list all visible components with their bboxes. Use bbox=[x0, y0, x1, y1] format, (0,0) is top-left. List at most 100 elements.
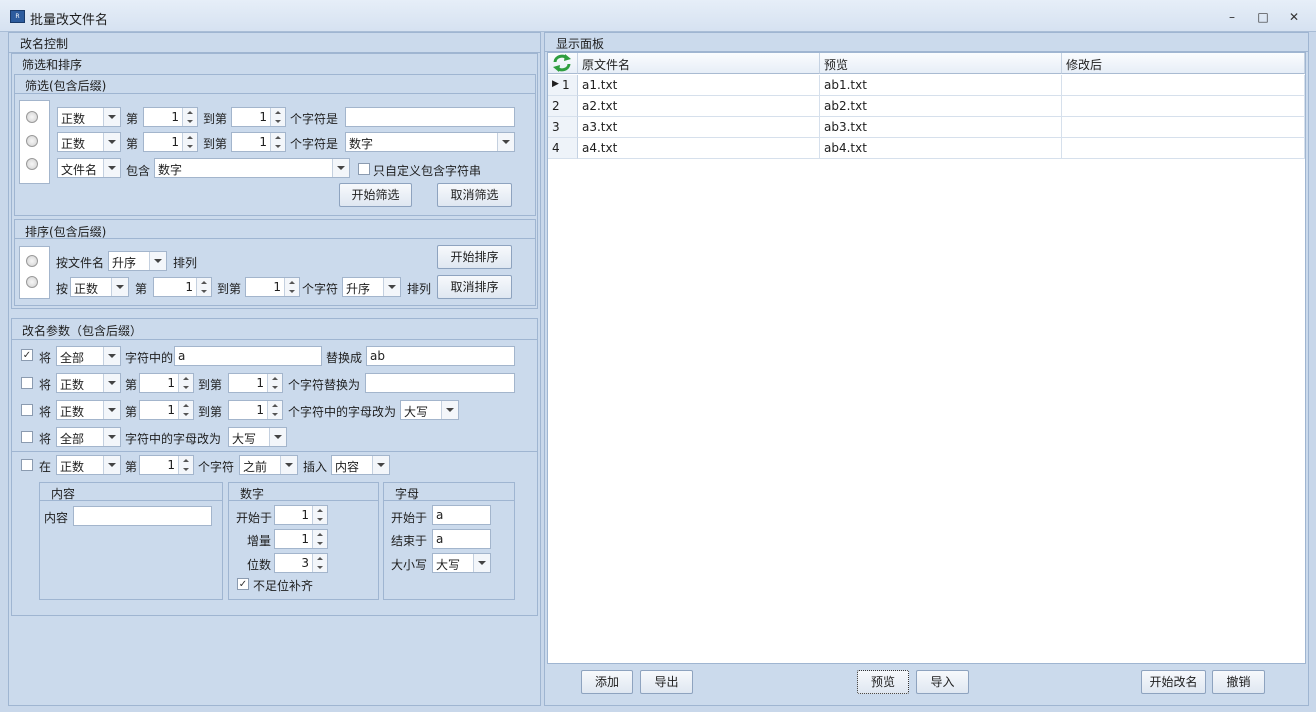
file-grid[interactable]: 原文件名 预览 修改后 ▶ 1 a1.txt ab1.txt 2 a2.txt a… bbox=[547, 52, 1306, 664]
row-header[interactable]: 2 bbox=[548, 96, 578, 117]
spin-down-icon[interactable] bbox=[270, 142, 285, 151]
spin-down-icon[interactable] bbox=[270, 117, 285, 126]
rename4-checkbox[interactable] bbox=[21, 431, 33, 443]
rename2-value-input[interactable] bbox=[365, 373, 515, 393]
spin-up-icon[interactable] bbox=[267, 401, 282, 410]
spin-down-icon[interactable] bbox=[196, 287, 211, 296]
import-button[interactable]: 导入 bbox=[916, 670, 969, 694]
column-header-original[interactable]: 原文件名 bbox=[578, 53, 820, 74]
sort1-order-select[interactable]: 升序 bbox=[108, 251, 167, 271]
rename3-from-stepper[interactable]: 1 bbox=[139, 400, 194, 420]
insert-type-select[interactable]: 正数 bbox=[56, 455, 121, 475]
spin-up-icon[interactable] bbox=[270, 133, 285, 142]
rename1-checkbox[interactable]: ✓ bbox=[21, 349, 33, 361]
row-header[interactable]: 3 bbox=[548, 117, 578, 138]
rename4-case-select[interactable]: 大写 bbox=[228, 427, 287, 447]
rename1-replace-input[interactable]: ab bbox=[366, 346, 515, 366]
table-cell[interactable] bbox=[1062, 117, 1305, 138]
table-cell[interactable]: a2.txt bbox=[578, 96, 820, 117]
spin-up-icon[interactable] bbox=[284, 278, 299, 287]
number-start-stepper[interactable]: 1 bbox=[274, 505, 328, 525]
rename3-to-stepper[interactable]: 1 bbox=[228, 400, 283, 420]
start-sort-button[interactable]: 开始排序 bbox=[437, 245, 512, 269]
table-cell[interactable]: a3.txt bbox=[578, 117, 820, 138]
table-cell[interactable]: ab3.txt bbox=[820, 117, 1062, 138]
rename1-type-select[interactable]: 全部 bbox=[56, 346, 121, 366]
spin-up-icon[interactable] bbox=[178, 456, 193, 465]
filter1-from-stepper[interactable]: 1 bbox=[143, 107, 198, 127]
insert-checkbox[interactable] bbox=[21, 459, 33, 471]
add-button[interactable]: 添加 bbox=[581, 670, 633, 694]
sort-radio-2[interactable] bbox=[26, 276, 38, 288]
filter1-to-stepper[interactable]: 1 bbox=[231, 107, 286, 127]
filter-radio-1[interactable] bbox=[26, 111, 38, 123]
spin-down-icon[interactable] bbox=[312, 539, 327, 548]
content-input[interactable] bbox=[73, 506, 212, 526]
filter1-type-select[interactable]: 正数 bbox=[57, 107, 121, 127]
refresh-icon[interactable] bbox=[551, 53, 573, 73]
filter2-to-stepper[interactable]: 1 bbox=[231, 132, 286, 152]
filter3-value-select[interactable]: 数字 bbox=[154, 158, 350, 178]
spin-up-icon[interactable] bbox=[196, 278, 211, 287]
filter1-value-input[interactable] bbox=[345, 107, 515, 127]
spin-down-icon[interactable] bbox=[267, 383, 282, 392]
spin-down-icon[interactable] bbox=[312, 563, 327, 572]
spin-down-icon[interactable] bbox=[182, 117, 197, 126]
filter2-from-stepper[interactable]: 1 bbox=[143, 132, 198, 152]
insert-pos-stepper[interactable]: 1 bbox=[139, 455, 194, 475]
row-header[interactable]: 4 bbox=[548, 138, 578, 159]
cancel-filter-button[interactable]: 取消筛选 bbox=[437, 183, 512, 207]
spin-down-icon[interactable] bbox=[178, 383, 193, 392]
table-cell[interactable]: ab4.txt bbox=[820, 138, 1062, 159]
table-cell[interactable]: a4.txt bbox=[578, 138, 820, 159]
export-button[interactable]: 导出 bbox=[640, 670, 693, 694]
rename2-from-stepper[interactable]: 1 bbox=[139, 373, 194, 393]
spin-up-icon[interactable] bbox=[182, 133, 197, 142]
spin-down-icon[interactable] bbox=[182, 142, 197, 151]
table-cell[interactable] bbox=[1062, 138, 1305, 159]
start-rename-button[interactable]: 开始改名 bbox=[1141, 670, 1206, 694]
rename3-checkbox[interactable] bbox=[21, 404, 33, 416]
table-cell[interactable]: ab2.txt bbox=[820, 96, 1062, 117]
rename1-find-input[interactable]: a bbox=[174, 346, 322, 366]
filter-radio-3[interactable] bbox=[26, 158, 38, 170]
pad-checkbox[interactable]: ✓ bbox=[237, 578, 249, 590]
grid-corner[interactable] bbox=[548, 53, 578, 74]
table-cell[interactable]: a1.txt bbox=[578, 75, 820, 96]
undo-button[interactable]: 撤销 bbox=[1212, 670, 1265, 694]
filter2-value-select[interactable]: 数字 bbox=[345, 132, 515, 152]
preview-button[interactable]: 预览 bbox=[857, 670, 909, 694]
start-filter-button[interactable]: 开始筛选 bbox=[339, 183, 412, 207]
cancel-sort-button[interactable]: 取消排序 bbox=[437, 275, 512, 299]
rename3-case-select[interactable]: 大写 bbox=[400, 400, 459, 420]
spin-up-icon[interactable] bbox=[178, 401, 193, 410]
filter-radio-2[interactable] bbox=[26, 135, 38, 147]
maximize-icon[interactable]: □ bbox=[1255, 10, 1271, 24]
spin-down-icon[interactable] bbox=[267, 410, 282, 419]
spin-up-icon[interactable] bbox=[312, 506, 327, 515]
sort2-to-stepper[interactable]: 1 bbox=[245, 277, 300, 297]
number-step-stepper[interactable]: 1 bbox=[274, 529, 328, 549]
table-cell[interactable] bbox=[1062, 75, 1305, 96]
rename2-to-stepper[interactable]: 1 bbox=[228, 373, 283, 393]
sort2-order-select[interactable]: 升序 bbox=[342, 277, 401, 297]
spin-up-icon[interactable] bbox=[312, 530, 327, 539]
filter2-type-select[interactable]: 正数 bbox=[57, 132, 121, 152]
custom-contains-checkbox[interactable] bbox=[358, 163, 370, 175]
insert-where-select[interactable]: 之前 bbox=[239, 455, 298, 475]
rename3-type-select[interactable]: 正数 bbox=[56, 400, 121, 420]
column-header-preview[interactable]: 预览 bbox=[820, 53, 1062, 74]
column-header-after[interactable]: 修改后 bbox=[1062, 53, 1305, 74]
spin-up-icon[interactable] bbox=[312, 554, 327, 563]
sort2-from-stepper[interactable]: 1 bbox=[153, 277, 212, 297]
table-cell[interactable] bbox=[1062, 96, 1305, 117]
letter-start-input[interactable]: a bbox=[432, 505, 491, 525]
spin-down-icon[interactable] bbox=[312, 515, 327, 524]
rename4-type-select[interactable]: 全部 bbox=[56, 427, 121, 447]
spin-up-icon[interactable] bbox=[267, 374, 282, 383]
spin-down-icon[interactable] bbox=[178, 465, 193, 474]
insert-what-select[interactable]: 内容 bbox=[331, 455, 390, 475]
filter3-type-select[interactable]: 文件名 bbox=[57, 158, 121, 178]
number-digits-stepper[interactable]: 3 bbox=[274, 553, 328, 573]
row-header[interactable]: ▶ 1 bbox=[548, 75, 578, 96]
